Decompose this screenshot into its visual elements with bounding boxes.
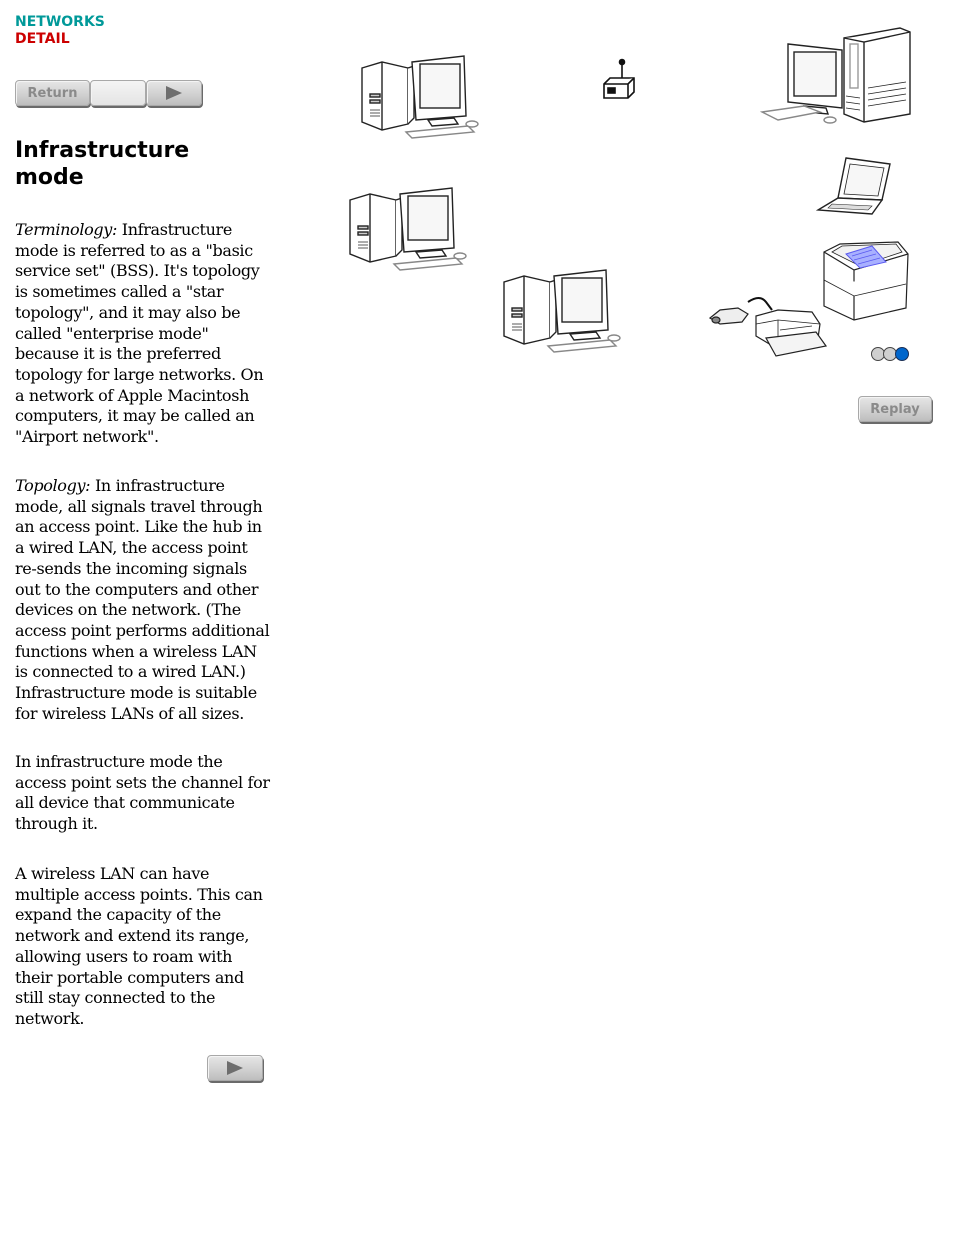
replay-button-label: Replay (870, 401, 920, 417)
section-label: NETWORKS (15, 14, 105, 30)
desktop-computer-icon (503, 269, 621, 353)
play-triangle-icon (166, 86, 182, 100)
inkjet-printer-icon (708, 297, 828, 357)
paragraph-lead: Terminology: (15, 220, 117, 239)
laptop-icon (816, 157, 891, 215)
desktop-computer-icon (349, 187, 467, 271)
paragraph-terminology: Terminology: Infrastructure mode is refe… (15, 220, 271, 448)
desktop-computer-icon (361, 55, 479, 139)
animation-progress-dots (871, 347, 909, 361)
paragraph-lead: Topology: (15, 476, 91, 495)
subsection-label: DETAIL (15, 31, 70, 47)
paragraph-multiple-access-points: A wireless LAN can have multiple access … (15, 864, 271, 1030)
tower-computer-icon (760, 27, 911, 124)
laser-printer-icon (823, 241, 909, 321)
paragraph-text: In infrastructure mode, all signals trav… (15, 476, 270, 723)
access-point-icon (603, 58, 635, 99)
paragraph-text: A wireless LAN can have multiple access … (15, 864, 263, 1028)
paragraph-channel: In infrastructure mode the access point … (15, 752, 271, 835)
replay-button[interactable]: Replay (858, 396, 932, 422)
paragraph-text: Infrastructure mode is referred to as a … (15, 220, 264, 447)
return-button-label: Return (27, 85, 78, 101)
network-diagram (330, 20, 940, 440)
previous-button-disabled (90, 80, 146, 106)
next-button[interactable] (146, 80, 202, 106)
paragraph-text: In infrastructure mode the access point … (15, 752, 270, 834)
paragraph-topology: Topology: In infrastructure mode, all si… (15, 476, 271, 724)
progress-dot-3-active (895, 347, 909, 361)
nav-bar: Return (15, 80, 202, 110)
bottom-next-button[interactable] (207, 1055, 263, 1081)
return-button[interactable]: Return (15, 80, 90, 106)
section-header: NETWORKS DETAIL (15, 14, 271, 48)
page-title: Infrastructure mode (15, 138, 190, 190)
play-triangle-icon (227, 1061, 243, 1075)
